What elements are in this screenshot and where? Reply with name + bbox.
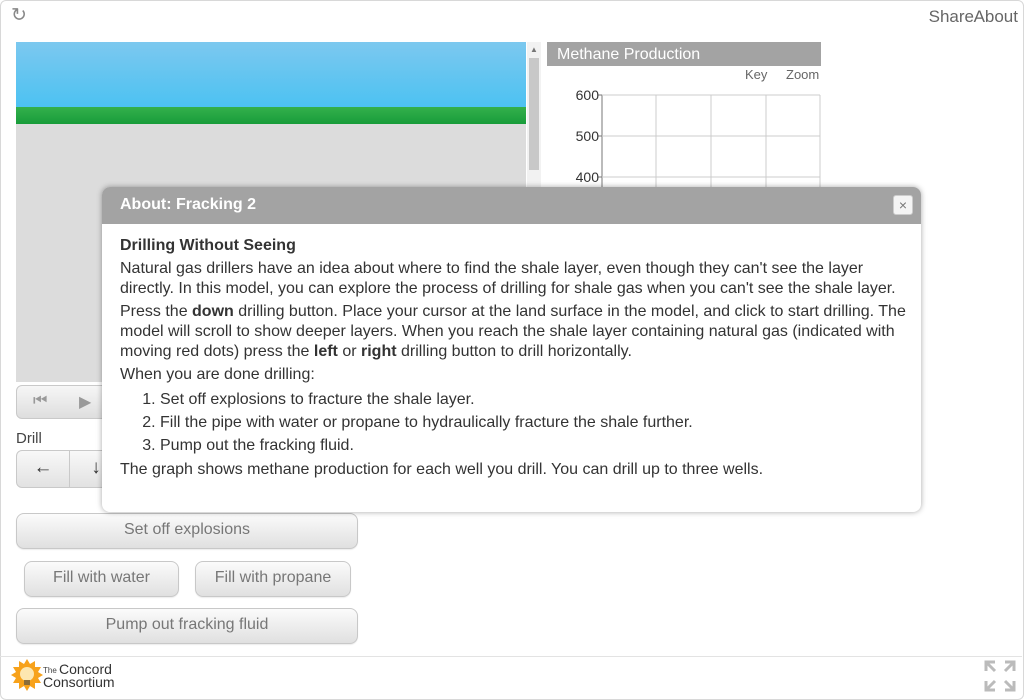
- land-surface[interactable]: [16, 107, 526, 124]
- text-run-bold: right: [361, 343, 397, 360]
- close-icon[interactable]: ×: [893, 195, 913, 215]
- reload-icon[interactable]: ↻: [11, 4, 27, 27]
- text-run: or: [337, 343, 361, 360]
- model-scrollbar[interactable]: ▲: [527, 42, 541, 187]
- share-link[interactable]: Share: [929, 7, 974, 26]
- concord-logo[interactable]: The Concord Consortium: [11, 658, 131, 694]
- play-icon[interactable]: ▶: [79, 392, 91, 412]
- drill-left-button[interactable]: ←: [17, 451, 69, 487]
- methane-graph[interactable]: 600 500 400 Methane Production Key Zoom: [547, 42, 821, 188]
- footer-divider: [0, 656, 1022, 657]
- reset-icon[interactable]: ⏮: [33, 392, 47, 410]
- dialog-body: Drilling Without Seeing Natural gas dril…: [120, 236, 910, 483]
- text-run: drilling button to drill horizontally.: [396, 343, 632, 360]
- text-run: Press the: [120, 303, 193, 320]
- scroll-thumb[interactable]: [529, 58, 539, 170]
- text-run-bold: left: [313, 343, 338, 360]
- dialog-paragraph-1: Natural gas drillers have an idea about …: [120, 260, 896, 297]
- logo-consortium: Consortium: [43, 674, 115, 690]
- list-item: Fill the pipe with water or propane to h…: [160, 411, 910, 434]
- text-run-bold: down: [192, 303, 234, 320]
- graph-key-button[interactable]: Key: [745, 67, 767, 82]
- lightbulb-icon: [11, 659, 43, 691]
- steps-list: Set off explosions to fracture the shale…: [120, 388, 910, 457]
- set-off-explosions-button[interactable]: Set off explosions: [16, 513, 358, 549]
- dialog-paragraph-4: The graph shows methane production for e…: [120, 461, 764, 478]
- dialog-paragraph-3: When you are done drilling:: [120, 366, 315, 383]
- about-dialog: About: Fracking 2 × Drilling Without See…: [102, 187, 921, 512]
- fill-with-propane-button[interactable]: Fill with propane: [195, 561, 351, 597]
- playback-controls: ⏮ ▶: [16, 385, 108, 419]
- graph-title: Methane Production: [547, 42, 821, 66]
- drill-label: Drill: [16, 430, 42, 447]
- about-link[interactable]: About: [974, 7, 1018, 27]
- fill-with-water-button[interactable]: Fill with water: [24, 561, 179, 597]
- fullscreen-icon[interactable]: [984, 660, 1016, 692]
- dialog-heading: Drilling Without Seeing: [120, 237, 296, 254]
- sky-layer: [16, 42, 526, 107]
- graph-zoom-button[interactable]: Zoom: [786, 67, 819, 82]
- dialog-title: About: Fracking 2: [120, 196, 257, 213]
- top-links: Share About: [901, 7, 1018, 27]
- list-item: Set off explosions to fracture the shale…: [160, 388, 910, 411]
- y-tick-label: 400: [576, 169, 600, 185]
- dialog-paragraph-2: Press the down drilling button. Place yo…: [120, 302, 910, 362]
- pump-out-fluid-button[interactable]: Pump out fracking fluid: [16, 608, 358, 644]
- scroll-up-icon[interactable]: ▲: [530, 45, 538, 54]
- list-item: Pump out the fracking fluid.: [160, 434, 910, 457]
- y-tick-label: 600: [576, 87, 600, 103]
- y-tick-label: 500: [576, 128, 600, 144]
